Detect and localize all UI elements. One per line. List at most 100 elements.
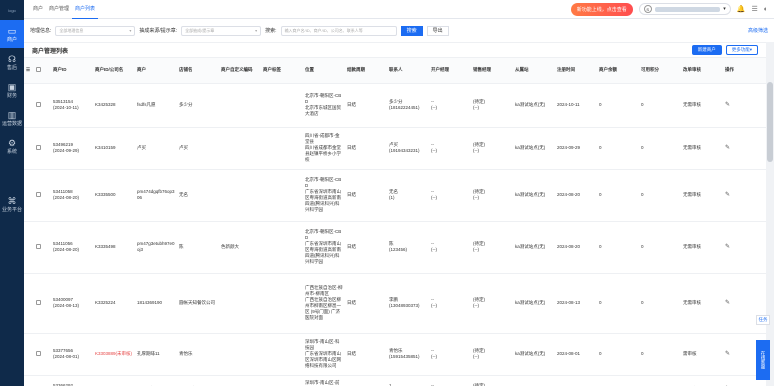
advanced-filter-link[interactable]: 高级筛选 bbox=[748, 27, 768, 34]
cell-cycle: 日结 bbox=[345, 273, 387, 334]
tab-merchant-management[interactable]: 商户管理 bbox=[46, 0, 72, 19]
row-checkbox[interactable] bbox=[34, 83, 51, 128]
row-spacer bbox=[24, 273, 34, 334]
cell-balance: 0 bbox=[597, 169, 639, 222]
menu-icon[interactable]: ☰ bbox=[751, 5, 757, 13]
source-select-placeholder: 全部抽成/提示章 bbox=[185, 27, 215, 33]
task-float-button[interactable]: 任务 bbox=[756, 315, 770, 325]
table-row: 53400097 (2024-08-13) K3325224 1814369190 圆… bbox=[24, 273, 767, 334]
table-body: 53513154 (2024-10-11) K3425328 fsdfs凡愿 多少分北… bbox=[24, 83, 767, 386]
user-icon[interactable]: ◐ bbox=[764, 6, 768, 13]
cell-location: 深圳市-南山区-前海 深圳南山前海 bbox=[303, 375, 345, 386]
cell-contact: 李鹏 (13048930373) bbox=[387, 273, 429, 334]
sidebar-item-label: 业务平台 bbox=[1, 206, 22, 213]
scroll-thumb[interactable] bbox=[767, 82, 773, 162]
cell-reg: 2024-08-13 bbox=[555, 273, 597, 334]
region-select[interactable]: 全部地理信息 ▾ bbox=[55, 25, 136, 36]
cell-points: 0 bbox=[639, 273, 681, 334]
edit-icon[interactable]: ✎ bbox=[725, 145, 730, 151]
cell-shop: 多少分 bbox=[177, 83, 219, 128]
col-balance: 商户余额 bbox=[597, 58, 639, 84]
scrollbar[interactable] bbox=[766, 42, 774, 386]
merchant-table: ☰ 商户ID 商户ID/公司名 商户 店铺名 商户自定义编码 商户标签 位置 结… bbox=[24, 58, 767, 386]
more-functions-button[interactable]: 更多功能 ▾ bbox=[725, 45, 758, 55]
col-reg-time: 注册时间 bbox=[555, 58, 597, 84]
cell-balance: 0 bbox=[597, 273, 639, 334]
top-bar: 商户 商户管理 商户列表 新功能上线，点击查看 S ▾ 🔔 ☰ ◐ bbox=[24, 0, 774, 19]
sidebar-item-aftersale[interactable]: ☊ 售后 bbox=[0, 48, 24, 76]
promo-button[interactable]: 新功能上线，点击查看 bbox=[570, 2, 633, 16]
cell-merchant: pm47g3etubh97e0oj3 bbox=[135, 221, 177, 274]
cell-site: ka测试站点(无) bbox=[513, 83, 555, 128]
cell-balance: 0 bbox=[597, 221, 639, 274]
sidebar-item-platform[interactable]: ⌘ 业务平台 bbox=[0, 190, 24, 218]
sidebar-item-ops-data[interactable]: ▥ 运营数据 bbox=[0, 104, 24, 132]
sidebar-item-finance[interactable]: ▣ 财务 bbox=[0, 76, 24, 104]
edit-icon[interactable]: ✎ bbox=[725, 351, 730, 357]
sidebar-item-system[interactable]: ⚙ 系统 bbox=[0, 132, 24, 160]
tab-merchant-list[interactable]: 商户列表 bbox=[72, 0, 99, 19]
cell-contact: 陈 (123456) bbox=[387, 221, 429, 274]
cell-site: ka测试站点(无) bbox=[513, 169, 555, 222]
table-row: 53377656 (2024-08-01) K3303889(未审核) 孔厚期啡11… bbox=[24, 333, 767, 376]
cell-action: ✎ bbox=[723, 83, 767, 128]
col-cycle: 结款周期 bbox=[345, 58, 387, 84]
cell-cycle: 日结 bbox=[345, 221, 387, 274]
cell-merchant: fsdfs凡愿 bbox=[135, 83, 177, 128]
edit-icon[interactable]: ✎ bbox=[725, 102, 730, 108]
export-button[interactable]: 导出 bbox=[426, 25, 449, 36]
cell-shop: 青怡乐 bbox=[177, 333, 219, 376]
cell-code: K3293325(待) bbox=[93, 375, 135, 386]
column-settings-icon[interactable]: ☰ bbox=[24, 58, 34, 84]
cell-balance: 0 bbox=[597, 333, 639, 376]
cell-merchant: 孔厚期啡11 bbox=[135, 333, 177, 376]
cell-open_mgr: -- (--) bbox=[429, 375, 471, 386]
cell-site: ka测试站点(无) bbox=[513, 375, 555, 386]
row-checkbox[interactable] bbox=[34, 169, 51, 222]
edit-icon[interactable]: ✎ bbox=[725, 244, 730, 250]
wallet-icon: ▣ bbox=[7, 81, 17, 92]
sidebar-item-merchant[interactable]: ▭ 商户 bbox=[0, 20, 24, 48]
cell-reg: 2024-08-20 bbox=[555, 221, 597, 274]
cell-audit: 无需审核 bbox=[681, 127, 723, 170]
cell-tag bbox=[261, 127, 303, 170]
new-merchant-button[interactable]: 新建商户 bbox=[691, 45, 722, 55]
row-checkbox[interactable] bbox=[34, 375, 51, 386]
cell-contact: 卢买 (19194343231) bbox=[387, 127, 429, 170]
search-input[interactable]: 输入商户名/ID、商户/ID、公司名、联系人等 bbox=[280, 25, 397, 36]
edit-icon[interactable]: ✎ bbox=[725, 300, 730, 306]
cell-code: K3325224 bbox=[93, 273, 135, 334]
cell-tag bbox=[261, 83, 303, 128]
cell-tag bbox=[261, 375, 303, 386]
search-button[interactable]: 搜索 bbox=[400, 25, 423, 36]
cell-open_mgr: -- (--) bbox=[429, 83, 471, 128]
platform-icon: ⌘ bbox=[7, 195, 17, 206]
cell-points: 0 bbox=[639, 169, 681, 222]
row-checkbox[interactable] bbox=[34, 333, 51, 376]
source-select[interactable]: 全部抽成/提示章 ▾ bbox=[181, 25, 262, 36]
cell-reg: 2024-10-11 bbox=[555, 83, 597, 128]
cell-merchant: 卢买 bbox=[135, 127, 177, 170]
account-switcher[interactable]: S ▾ bbox=[638, 3, 731, 15]
cell-custom bbox=[219, 375, 261, 386]
row-checkbox[interactable] bbox=[34, 127, 51, 170]
cell-location: 广西壮族自治区-柳州市-柳南区 广西壮族自治区柳州市柳南区柳邕一区 (9号门面)… bbox=[303, 273, 345, 334]
select-all-checkbox[interactable] bbox=[34, 58, 51, 84]
online-service-button[interactable]: 在线客服 bbox=[756, 340, 770, 380]
cell-reg: 2024-07-30 bbox=[555, 375, 597, 386]
cell-custom bbox=[219, 83, 261, 128]
cell-sales_mgr: (待定) (--) bbox=[471, 333, 513, 376]
edit-icon[interactable]: ✎ bbox=[725, 192, 730, 198]
row-checkbox[interactable] bbox=[34, 273, 51, 334]
bell-icon[interactable]: 🔔 bbox=[737, 5, 746, 13]
tab-merchant[interactable]: 商户 bbox=[30, 0, 46, 19]
cell-tag bbox=[261, 333, 303, 376]
cell-audit: 无需审核 bbox=[681, 169, 723, 222]
panel-title: 商户管理列表 bbox=[32, 48, 69, 55]
cell-shop: 圆帐天知餐饮公司 bbox=[177, 273, 219, 334]
row-checkbox[interactable] bbox=[34, 221, 51, 274]
avatar: S bbox=[643, 5, 652, 13]
cell-contact: 1 (1) bbox=[387, 375, 429, 386]
sidebar-logo[interactable]: logo bbox=[0, 0, 24, 20]
col-code: 商户ID/公司名 bbox=[93, 58, 135, 84]
